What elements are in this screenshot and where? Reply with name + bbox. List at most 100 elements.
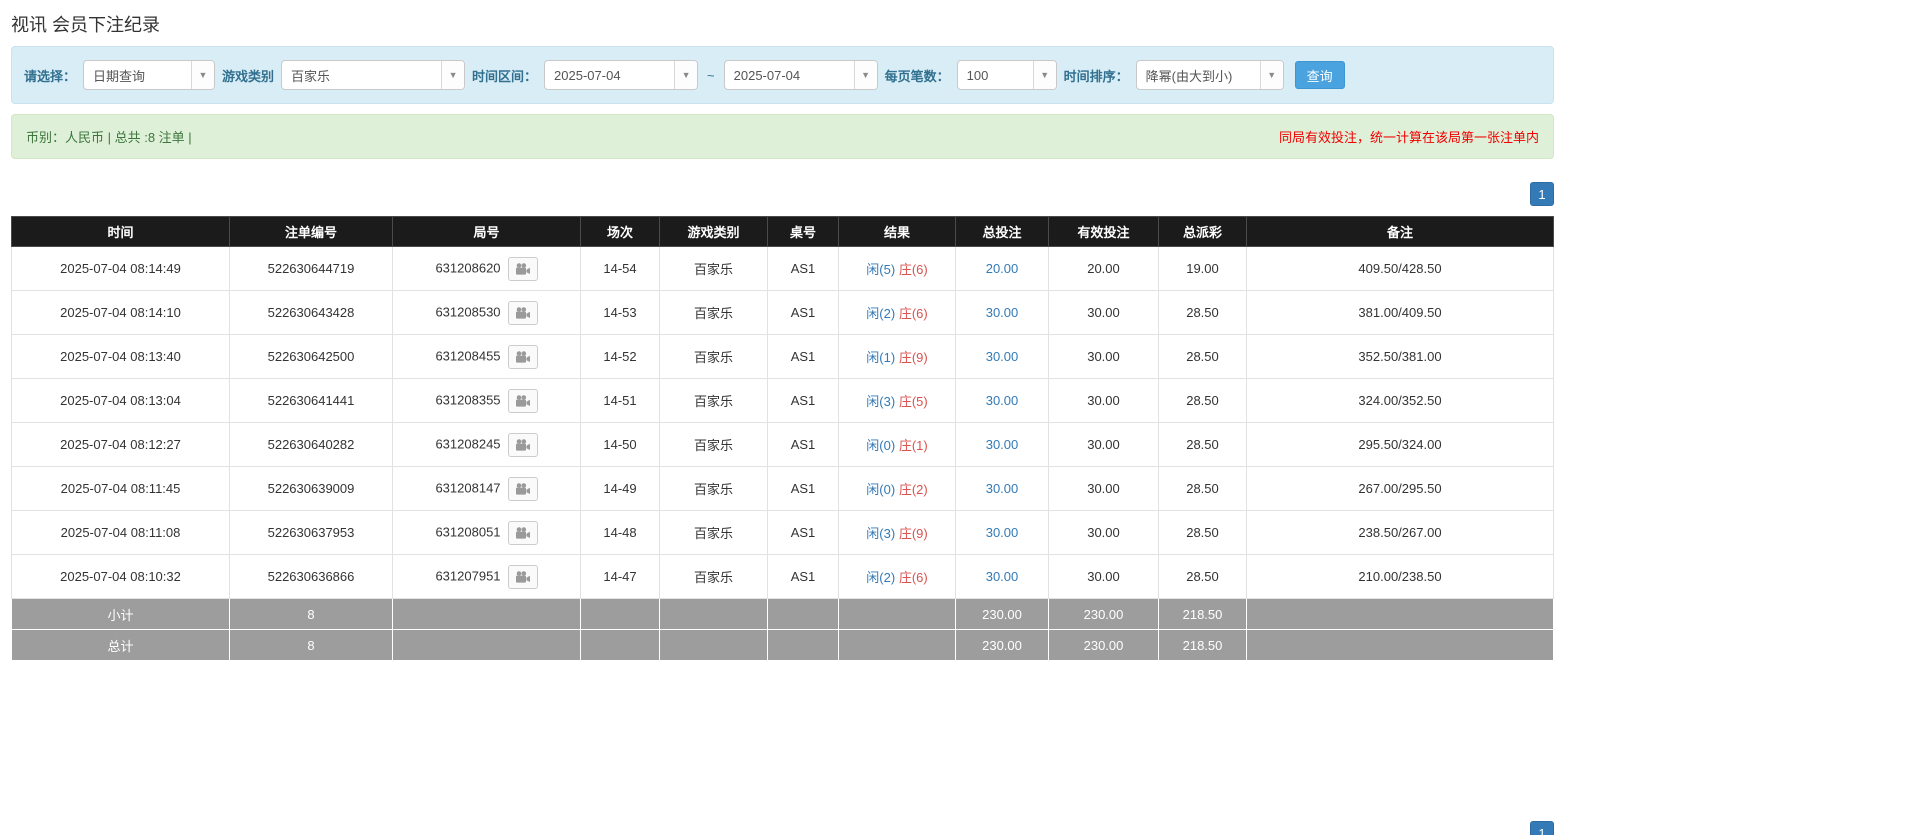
cell-table-no: AS1 [767, 334, 839, 379]
cell-result: 闲(0) 庄(2) [838, 466, 956, 511]
cell-round-id: 631208355 [392, 378, 581, 423]
cell-remark: 352.50/381.00 [1246, 334, 1554, 379]
round-id-text: 631208245 [435, 435, 501, 451]
chevron-down-icon[interactable]: ▼ [1032, 61, 1056, 89]
cell-payout: 28.50 [1158, 378, 1247, 423]
video-replay-button[interactable] [507, 564, 538, 589]
video-replay-button[interactable] [507, 300, 538, 325]
video-camera-icon [515, 438, 530, 451]
table-row: 2025-07-04 08:11:45 522630639009 6312081… [11, 466, 1554, 511]
sort-order-value: 降幂(由大到小) [1145, 68, 1233, 84]
subtotal-row: 小计 8 230.00 230.00 218.50 [11, 598, 1554, 630]
cell-remark: 324.00/352.50 [1246, 378, 1554, 423]
cell-bet-id: 522630642500 [229, 334, 393, 379]
cell-total-bet: 30.00 [955, 422, 1049, 467]
col-game: 游戏类别 [659, 216, 768, 247]
game-type-select[interactable]: 百家乐 ▼ [281, 60, 466, 90]
cell-bet-id: 522630644719 [229, 246, 393, 291]
cell-valid-bet: 30.00 [1048, 378, 1159, 423]
cell-valid-bet: 30.00 [1048, 422, 1159, 467]
total-bet-link[interactable]: 30.00 [986, 525, 1019, 540]
date-from-select[interactable]: 2025-07-04 ▼ [544, 60, 699, 90]
total-label: 总计 [11, 629, 230, 661]
table-row: 2025-07-04 08:14:49 522630644719 6312086… [11, 246, 1554, 291]
chevron-down-icon[interactable]: ▼ [674, 61, 698, 89]
total-bet-link[interactable]: 30.00 [986, 305, 1019, 320]
page-container: 视讯 会员下注纪录 请选择： 日期查询 ▼ 游戏类别 百家乐 ▼ 时间区间： 2… [11, 0, 1554, 835]
cell-bet-id: 522630639009 [229, 466, 393, 511]
col-table-no: 桌号 [767, 216, 839, 247]
summary-bar: 币别：人民币 | 总共 :8 注单 | 同局有效投注，统一计算在该局第一张注单内 [11, 114, 1554, 159]
result-banker: 庄(9) [898, 350, 928, 365]
result-banker: 庄(5) [898, 394, 928, 409]
cell-game: 百家乐 [659, 466, 768, 511]
chevron-down-icon[interactable]: ▼ [441, 61, 465, 89]
cell-game: 百家乐 [659, 510, 768, 555]
query-type-value: 日期查询 [93, 68, 146, 84]
search-button[interactable]: 查询 [1294, 61, 1345, 89]
cell-session: 14-53 [580, 290, 660, 335]
date-from-value: 2025-07-04 [554, 67, 621, 83]
cell-valid-bet: 30.00 [1048, 466, 1159, 511]
chevron-down-icon[interactable]: ▼ [1259, 61, 1283, 89]
round-id-text: 631208051 [435, 523, 501, 539]
total-bet-link[interactable]: 30.00 [986, 349, 1019, 364]
video-camera-icon [515, 394, 530, 407]
sort-order-select[interactable]: 降幂(由大到小) ▼ [1135, 60, 1284, 90]
page-1-button[interactable]: 1 [1530, 821, 1554, 835]
cell-payout: 28.50 [1158, 554, 1247, 599]
video-replay-button[interactable] [507, 476, 538, 501]
result-player: 闲(3) [866, 394, 896, 409]
cell-game: 百家乐 [659, 422, 768, 467]
subtotal-total-bet: 230.00 [955, 598, 1049, 630]
total-count: 8 [229, 629, 393, 661]
table-row: 2025-07-04 08:11:08 522630637953 6312080… [11, 510, 1554, 555]
cell-session: 14-50 [580, 422, 660, 467]
filter-bar: 请选择： 日期查询 ▼ 游戏类别 百家乐 ▼ 时间区间： 2025-07-04 … [11, 46, 1554, 104]
cell-total-bet: 30.00 [955, 290, 1049, 335]
cell-round-id: 631208147 [392, 466, 581, 511]
cell-round-id: 631208530 [392, 290, 581, 335]
round-id-text: 631208355 [435, 391, 501, 407]
video-replay-button[interactable] [507, 520, 538, 545]
video-camera-icon [515, 526, 530, 539]
cell-payout: 28.50 [1158, 466, 1247, 511]
query-type-select[interactable]: 日期查询 ▼ [83, 60, 216, 90]
total-payout: 218.50 [1158, 629, 1247, 661]
total-bet-link[interactable]: 20.00 [986, 261, 1019, 276]
date-to-select[interactable]: 2025-07-04 ▼ [723, 60, 878, 90]
subtotal-payout: 218.50 [1158, 598, 1247, 630]
video-replay-button[interactable] [507, 432, 538, 457]
chevron-down-icon[interactable]: ▼ [853, 61, 877, 89]
cell-total-bet: 30.00 [955, 378, 1049, 423]
total-valid-bet: 230.00 [1048, 629, 1159, 661]
cell-result: 闲(0) 庄(1) [838, 422, 956, 467]
game-type-label: 游戏类别 [222, 68, 275, 84]
video-camera-icon [515, 350, 530, 363]
total-bet-link[interactable]: 30.00 [986, 437, 1019, 452]
total-bet-link[interactable]: 30.00 [986, 481, 1019, 496]
video-replay-button[interactable] [507, 388, 538, 413]
cell-session: 14-48 [580, 510, 660, 555]
cell-valid-bet: 20.00 [1048, 246, 1159, 291]
page-1-button[interactable]: 1 [1530, 182, 1554, 206]
cell-table-no: AS1 [767, 466, 839, 511]
date-to-value: 2025-07-04 [733, 67, 801, 83]
page-title: 视讯 会员下注纪录 [11, 15, 161, 35]
video-replay-button[interactable] [507, 344, 538, 369]
col-result: 结果 [838, 216, 956, 247]
cell-game: 百家乐 [659, 246, 768, 291]
total-bet-link[interactable]: 30.00 [986, 569, 1019, 584]
cell-valid-bet: 30.00 [1048, 334, 1159, 379]
cell-round-id: 631208245 [392, 422, 581, 467]
cell-session: 14-47 [580, 554, 660, 599]
total-bet-link[interactable]: 30.00 [986, 393, 1019, 408]
cell-round-id: 631208620 [392, 246, 581, 291]
video-replay-button[interactable] [507, 256, 538, 281]
cell-game: 百家乐 [659, 554, 768, 599]
subtotal-label: 小计 [11, 598, 230, 630]
cell-time: 2025-07-04 08:12:27 [11, 422, 230, 467]
chevron-down-icon[interactable]: ▼ [191, 61, 215, 89]
page-size-select[interactable]: 100 ▼ [956, 60, 1057, 90]
subtotal-count: 8 [229, 598, 393, 630]
